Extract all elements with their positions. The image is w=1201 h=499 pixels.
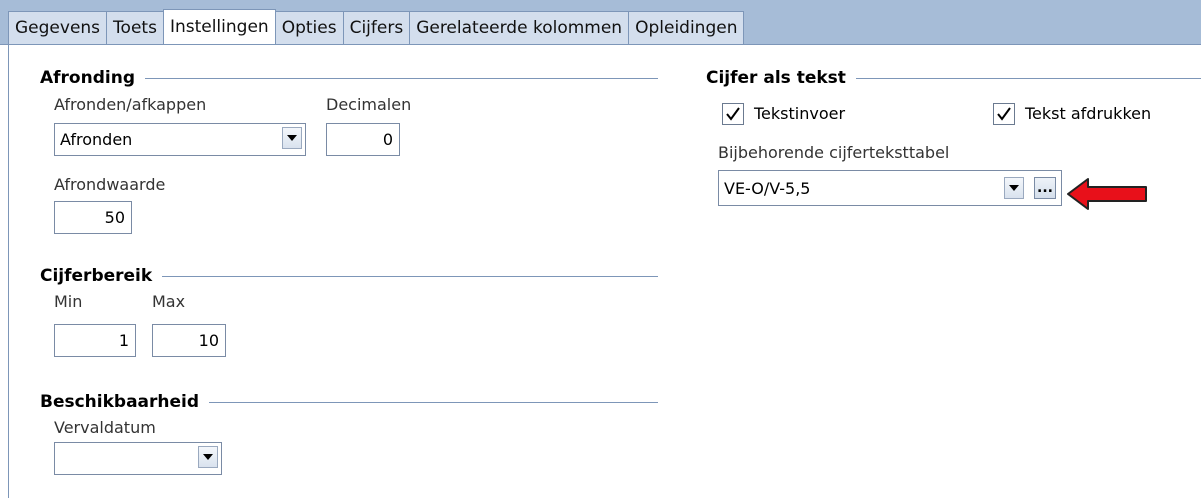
print-text-checkbox[interactable]: [993, 103, 1015, 125]
expiry-date-dropdown-button[interactable]: [198, 446, 218, 468]
tab-opties[interactable]: Opties: [274, 11, 344, 44]
chevron-down-icon: [203, 454, 213, 460]
panel-left-border: [8, 44, 9, 498]
max-label: Max: [152, 292, 186, 311]
red-arrow-icon: [1067, 178, 1147, 210]
browse-text-table-button[interactable]: ...: [1034, 177, 1056, 199]
decimals-label: Decimalen: [326, 95, 412, 114]
min-label: Min: [54, 292, 83, 311]
round-value-input[interactable]: 50: [54, 201, 132, 234]
tab-instellingen[interactable]: Instellingen: [162, 9, 276, 44]
tab-gegevens[interactable]: Gegevens: [8, 11, 108, 44]
tab-opleidingen[interactable]: Opleidingen: [628, 11, 745, 44]
text-table-dropdown-button[interactable]: [1004, 177, 1024, 199]
decimals-input[interactable]: 0: [326, 123, 400, 156]
tab-strip: Gegevens Toets Instellingen Opties Cijfe…: [8, 9, 745, 45]
cijfer-als-tekst-title: Cijfer als tekst: [706, 68, 856, 88]
tab-toets[interactable]: Toets: [106, 11, 164, 44]
cijferbereik-title: Cijferbereik: [40, 266, 163, 286]
beschikbaarheid-title: Beschikbaarheid: [40, 392, 210, 412]
min-input[interactable]: 1: [54, 324, 136, 357]
checkmark-icon: [997, 107, 1011, 121]
expiry-date-select[interactable]: [54, 442, 222, 475]
text-input-checkbox[interactable]: [722, 103, 744, 125]
round-value-label: Afrondwaarde: [54, 175, 166, 194]
tab-cijfers[interactable]: Cijfers: [342, 11, 411, 44]
method-label: Afronden/afkappen: [54, 95, 207, 114]
rounding-method-value: Afronden: [60, 130, 133, 149]
tab-gerelateerde-kolommen[interactable]: Gerelateerde kolommen: [409, 11, 630, 44]
text-table-label: Bijbehorende cijferteksttabel: [718, 143, 950, 162]
expiry-label: Vervaldatum: [54, 418, 156, 437]
print-text-label: Tekst afdrukken: [1025, 104, 1152, 123]
text-input-label: Tekstinvoer: [754, 104, 846, 123]
max-input[interactable]: 10: [152, 324, 226, 357]
rounding-method-select[interactable]: Afronden: [54, 123, 306, 156]
checkmark-icon: [726, 107, 740, 121]
chevron-down-icon: [287, 135, 297, 141]
chevron-down-icon: [1009, 185, 1019, 191]
afronding-title: Afronding: [40, 68, 145, 88]
rounding-method-dropdown-button[interactable]: [282, 127, 302, 149]
